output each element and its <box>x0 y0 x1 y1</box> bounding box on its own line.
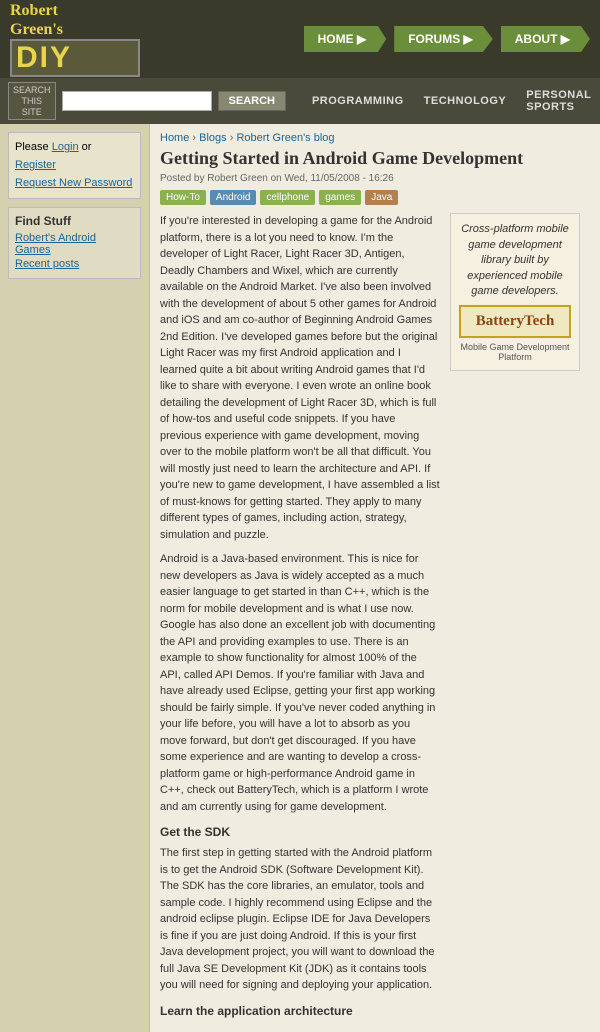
find-box: Find Stuff Robert's Android Games Recent… <box>8 207 141 279</box>
about-button[interactable]: ABOUT ▶ <box>501 26 590 52</box>
section-header-sdk: Get the SDK <box>160 823 440 841</box>
tag-java[interactable]: Java <box>365 190 398 205</box>
article-meta: Posted by Robert Green on Wed, 11/05/200… <box>160 173 590 184</box>
content: Home › Blogs › Robert Green's blog Getti… <box>150 124 600 1032</box>
search-input[interactable] <box>62 91 212 111</box>
login-box: Please Login or Register Request New Pas… <box>8 132 141 199</box>
sidebar: Please Login or Register Request New Pas… <box>0 124 150 1032</box>
nav-personal-sports[interactable]: PERSONAL SPORTS <box>516 85 600 117</box>
top-nav: PROGRAMMING TECHNOLOGY PERSONAL SPORTS R… <box>302 85 600 117</box>
request-password-link[interactable]: Request New Password <box>15 177 132 189</box>
logo-diy: DIY <box>10 39 140 77</box>
login-link[interactable]: Login <box>52 141 79 153</box>
article-text: If you're interested in developing a gam… <box>160 213 440 1024</box>
search-button[interactable]: SEARCH <box>218 91 286 111</box>
nav-technology[interactable]: TECHNOLOGY <box>414 91 517 111</box>
section-header-arch: Learn the application architecture <box>160 1002 440 1020</box>
body-paragraph-1: If you're interested in developing a gam… <box>160 213 440 543</box>
tag-games[interactable]: games <box>319 190 361 205</box>
breadcrumb-blog[interactable]: Robert Green's blog <box>236 132 334 144</box>
body-paragraph-3: The first step in getting started with t… <box>160 845 440 994</box>
article-title: Getting Started in Android Game Developm… <box>160 148 590 169</box>
tag-cellphone[interactable]: cellphone <box>260 190 315 205</box>
main-layout: Please Login or Register Request New Pas… <box>0 124 600 1032</box>
search-bar: SEARCHTHIS SITE SEARCH PROGRAMMING TECHN… <box>0 78 600 124</box>
header-nav: HOME ▶ FORUMS ▶ ABOUT ▶ <box>304 26 590 52</box>
logo-area: Robert Green's DIY <box>10 1 140 77</box>
logo-line2: Green's <box>10 21 63 38</box>
breadcrumb: Home › Blogs › Robert Green's blog <box>160 132 590 144</box>
ad-logo-text: BatteryTech <box>467 313 563 330</box>
or-text: or <box>79 141 92 153</box>
android-games-link[interactable]: Robert's Android Games <box>15 232 134 256</box>
find-title: Find Stuff <box>15 214 134 228</box>
ad-subtitle: Mobile Game Development Platform <box>459 342 571 362</box>
nav-programming[interactable]: PROGRAMMING <box>302 91 414 111</box>
tag-android[interactable]: Android <box>210 190 256 205</box>
logo-text: Robert Green's <box>10 1 140 39</box>
article-body: If you're interested in developing a gam… <box>160 213 440 1020</box>
breadcrumb-blogs[interactable]: Blogs <box>199 132 227 144</box>
logo-line1: Robert <box>10 2 58 19</box>
article-sidebar: Cross-platform mobile game development l… <box>450 213 590 1024</box>
breadcrumb-home[interactable]: Home <box>160 132 189 144</box>
header: Robert Green's DIY HOME ▶ FORUMS ▶ ABOUT… <box>0 0 600 78</box>
register-link[interactable]: Register <box>15 159 56 171</box>
article-tags: How-To Android cellphone games Java <box>160 190 590 205</box>
search-label: SEARCHTHIS SITE <box>8 82 56 120</box>
forums-button[interactable]: FORUMS ▶ <box>394 26 493 52</box>
home-button[interactable]: HOME ▶ <box>304 26 387 52</box>
recent-posts-link[interactable]: Recent posts <box>15 258 134 270</box>
tag-howto[interactable]: How-To <box>160 190 206 205</box>
body-paragraph-2: Android is a Java-based environment. Thi… <box>160 551 440 815</box>
article-with-ad: If you're interested in developing a gam… <box>160 213 590 1024</box>
ad-logo[interactable]: BatteryTech <box>459 305 571 338</box>
login-please: Please <box>15 141 52 153</box>
ad-title: Cross-platform mobile game development l… <box>459 222 571 299</box>
ad-box: Cross-platform mobile game development l… <box>450 213 580 371</box>
